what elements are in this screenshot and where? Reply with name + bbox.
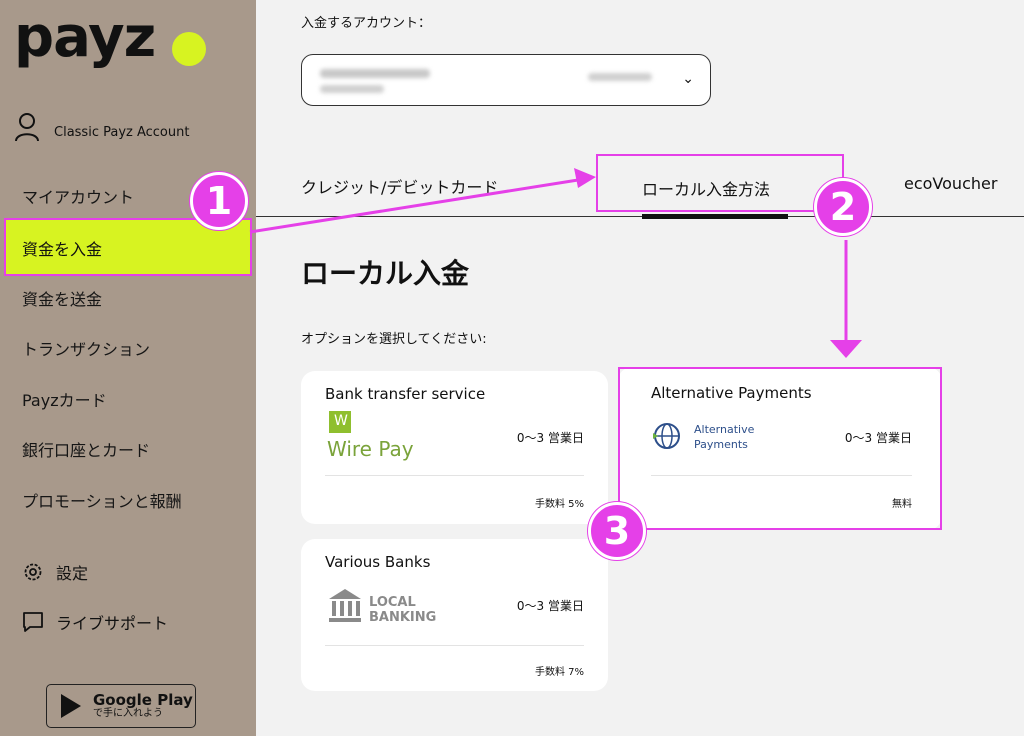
- arrow-1-to-2: [249, 178, 579, 234]
- arrowhead-1: [574, 168, 596, 188]
- arrowhead-2: [830, 340, 862, 358]
- step-badge-3: 3: [588, 502, 646, 560]
- annotation-arrows: [249, 168, 862, 358]
- step-badge-2: 2: [814, 178, 872, 236]
- step-badge-1: 1: [190, 172, 248, 230]
